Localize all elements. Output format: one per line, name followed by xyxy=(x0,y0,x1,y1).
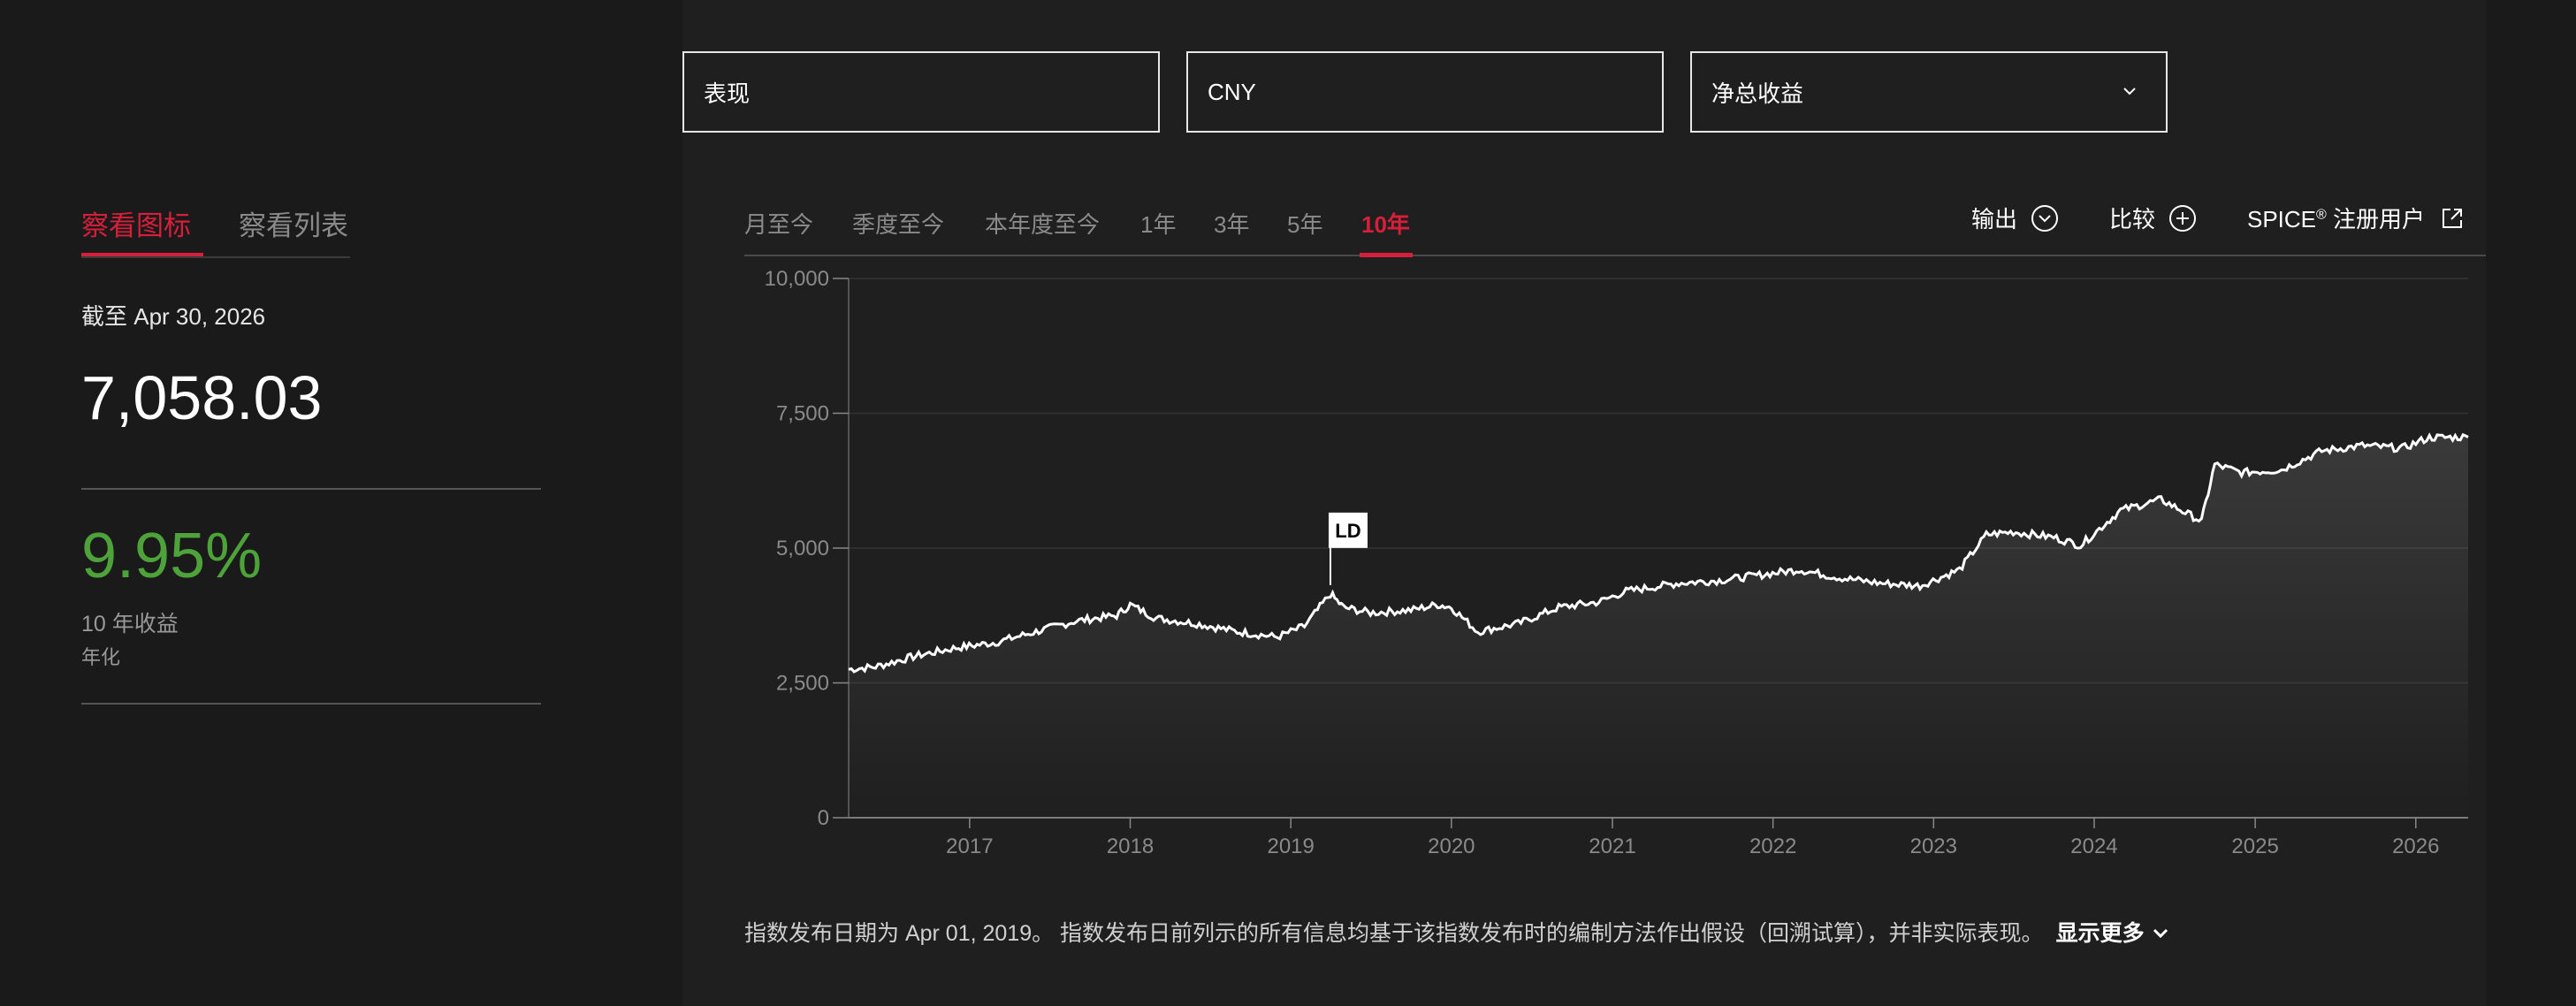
summary-divider xyxy=(81,488,541,490)
chevron-down-icon xyxy=(2123,88,2136,95)
range-tab-3y[interactable]: 3年 xyxy=(1214,207,1249,240)
x-tick-label: 2019 xyxy=(1267,835,1314,858)
range-tab-10y[interactable]: 10年 xyxy=(1361,207,1410,240)
x-tick-label: 2023 xyxy=(1910,835,1957,858)
y-tick-label: 5,000 xyxy=(776,537,829,560)
tab-divider xyxy=(81,256,350,258)
y-tick-label: 10,000 xyxy=(765,267,829,291)
range-tab-5y[interactable]: 5年 xyxy=(1287,207,1322,240)
range-tab-qtd[interactable]: 季度至今 xyxy=(852,207,944,240)
tab-active-indicator xyxy=(81,253,203,256)
performance-chart: 0 2,500 5,000 7,500 10,000 2017 2018 2019 2020 2… xyxy=(765,267,2469,858)
x-tick-label: 2026 xyxy=(2392,835,2439,858)
return-type-select[interactable]: 净总收益 xyxy=(1690,51,2168,133)
range-tab-mtd[interactable]: 月至今 xyxy=(744,207,813,240)
x-tick-label: 2022 xyxy=(1749,835,1796,858)
x-tick-label: 2018 xyxy=(1107,835,1154,858)
compare-button[interactable]: 比较 xyxy=(2109,202,2198,234)
export-label: 输出 xyxy=(1971,206,2018,232)
export-button[interactable]: 输出 xyxy=(1971,202,2060,234)
return-label: 10 年收益 xyxy=(81,612,179,636)
as-of-date: 截至 Apr 30, 2026 xyxy=(81,303,266,330)
annualized-label: 年化 xyxy=(81,646,121,668)
external-link-icon xyxy=(2443,208,2463,228)
chevron-circle-icon xyxy=(2031,204,2059,232)
y-tick-label: 0 xyxy=(818,806,829,830)
series-area xyxy=(849,434,2468,818)
spice-link[interactable]: SPICE® 注册用户 xyxy=(2247,202,2467,234)
summary-divider-bottom xyxy=(81,703,541,705)
show-more-link[interactable]: 显示更多 xyxy=(2056,921,2170,946)
return-type-select-value: 净总收益 xyxy=(1711,80,1804,107)
metric-select-value: 表现 xyxy=(704,80,751,107)
metric-select[interactable]: 表现 xyxy=(682,51,1160,133)
currency-select-value: CNY xyxy=(1208,78,1256,105)
compare-label: 比较 xyxy=(2109,206,2156,232)
launch-date-label: LD xyxy=(1335,520,1360,542)
range-tab-1y[interactable]: 1年 xyxy=(1140,207,1176,240)
x-tick-label: 2017 xyxy=(946,835,993,858)
footnote-text: 指数发布日期为 Apr 01, 2019。 指数发布日前列示的所有信息均基于该指… xyxy=(744,921,2044,946)
y-tick-label: 2,500 xyxy=(776,672,829,696)
tab-view-list[interactable]: 察看列表 xyxy=(239,203,348,243)
range-tab-ytd[interactable]: 本年度至今 xyxy=(985,207,1100,240)
chevron-down-icon xyxy=(2153,928,2168,939)
footnote: 指数发布日期为 Apr 01, 2019。 指数发布日前列示的所有信息均基于该指… xyxy=(744,916,2170,948)
y-tick-label: 7,500 xyxy=(776,402,829,426)
return-percent: 9.95% xyxy=(81,521,263,591)
x-tick-label: 2024 xyxy=(2070,835,2117,858)
x-tick-label: 2025 xyxy=(2231,835,2278,858)
x-tick-label: 2021 xyxy=(1589,835,1635,858)
x-tick-label: 2020 xyxy=(1428,835,1475,858)
currency-select[interactable]: CNY xyxy=(1186,51,1664,133)
spice-label: SPICE® 注册用户 xyxy=(2247,206,2426,232)
tab-view-chart[interactable]: 察看图标 xyxy=(81,203,191,243)
index-value: 7,058.03 xyxy=(81,363,323,432)
plus-circle-icon xyxy=(2169,204,2197,232)
